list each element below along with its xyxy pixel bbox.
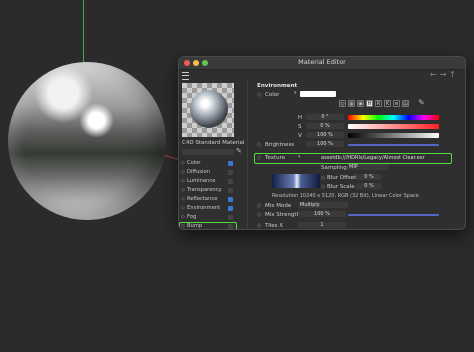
material-editor-window: Material Editor ←→↑ C4D Standard Materia… [178, 56, 466, 230]
color-label: Color [265, 92, 280, 98]
brightness-label: Brightness [265, 142, 295, 148]
s-label: S [298, 124, 302, 130]
v-field[interactable]: 100 % [306, 132, 344, 138]
mix-strength-label: Mix Strength [265, 212, 301, 218]
channel-label: Diffusion [187, 169, 210, 175]
v-label: V [298, 133, 302, 139]
brightness-slider[interactable] [348, 144, 439, 146]
window-title: Material Editor [298, 58, 346, 66]
sampling-select[interactable]: MIP [347, 164, 389, 170]
channel-checkbox[interactable] [228, 160, 233, 166]
texture-keyframe-icon[interactable]: ◇ [257, 155, 261, 161]
channel-checkbox[interactable] [228, 196, 233, 202]
channel-checkbox[interactable] [228, 178, 233, 184]
h-label: H [298, 115, 303, 121]
y-axis-line [83, 0, 84, 70]
channel-label: Luminance [187, 178, 216, 184]
color-keyframe-icon[interactable]: ◇ [257, 92, 261, 98]
color-dropdown-arrow-icon[interactable]: ▾ [294, 90, 299, 96]
channel-reflectance[interactable]: ◇ Reflectance [181, 195, 233, 203]
channel-label: Reflectance [187, 196, 218, 202]
rgb-mode-button[interactable]: R [375, 100, 382, 107]
material-name-field[interactable] [182, 149, 234, 155]
attribute-panel: Environment ◇ Color ▾ ◎ ▦ ▣ H R K ≡ ▤ ✎ … [254, 81, 465, 229]
color-wheel-icon[interactable]: ◎ [339, 100, 346, 107]
mix-strength-field[interactable]: 100 % [298, 211, 346, 217]
material-preview[interactable] [182, 83, 234, 137]
channel-checkbox[interactable] [228, 169, 233, 175]
channel-label: Fog [187, 214, 197, 220]
channel-luminance[interactable]: ◇ Luminance [181, 177, 233, 185]
channel-transparency[interactable]: ◇ Transparency [181, 186, 233, 194]
kelvin-mode-button[interactable]: K [384, 100, 391, 107]
channel-label: Color [187, 160, 201, 166]
image-picker-icon[interactable]: ▣ [357, 100, 364, 107]
title-bar[interactable]: Material Editor [179, 57, 465, 70]
color-swatch[interactable] [300, 91, 336, 97]
brightness-keyframe-icon[interactable]: ◇ [257, 142, 261, 148]
blur-scale-keyframe-icon[interactable]: ◇ [321, 184, 325, 190]
chrome-sphere-object[interactable] [8, 62, 166, 220]
tiles-x-field[interactable]: 1 [298, 222, 346, 228]
mixer-icon[interactable]: ≡ [393, 100, 400, 107]
mix-strength-keyframe-icon[interactable]: ◇ [257, 212, 261, 218]
blur-scale-field[interactable]: 0 % [356, 183, 382, 189]
channel-fog[interactable]: ◇ Fog [181, 213, 233, 221]
channel-diffusion[interactable]: ◇ Diffusion [181, 168, 233, 176]
blur-offset-keyframe-icon[interactable]: ◇ [321, 175, 325, 181]
hue-slider[interactable] [348, 115, 439, 120]
blur-offset-field[interactable]: 0 % [356, 174, 382, 180]
mix-mode-select[interactable]: Multiply [298, 202, 348, 208]
channel-panel: C4D Standard Material ✎ ◇ Color ◇ Diffusion… [179, 81, 249, 229]
nav-arrows: ←→↑ [430, 70, 459, 79]
blur-offset-label: Blur Offset [327, 175, 357, 181]
channel-color[interactable]: ◇ Color [181, 159, 233, 167]
brightness-slider-fill [348, 144, 439, 146]
hsv-mode-button[interactable]: H [366, 100, 373, 107]
channel-environment[interactable]: ◇ Environment [181, 204, 233, 212]
eyedropper-icon-right[interactable]: ✎ [418, 98, 425, 107]
material-name[interactable]: C4D Standard Material [182, 140, 244, 146]
mix-mode-keyframe-icon[interactable]: ◇ [257, 203, 261, 209]
saturation-slider[interactable] [348, 124, 439, 129]
sampling-label: Sampling [321, 165, 347, 171]
up-arrow-icon[interactable]: ↑ [449, 70, 459, 79]
preview-sphere [190, 90, 228, 128]
hamburger-menu-icon[interactable] [182, 72, 189, 80]
brightness-field[interactable]: 100 % [306, 141, 344, 147]
channel-checkbox[interactable] [228, 187, 233, 193]
tiles-x-keyframe-icon[interactable]: ◇ [257, 223, 261, 229]
forward-arrow-icon[interactable]: → [440, 70, 450, 79]
back-arrow-icon[interactable]: ← [430, 70, 440, 79]
channel-label: Transparency [187, 187, 222, 193]
environment-highlight-box [179, 222, 237, 229]
blur-scale-label: Blur Scale [327, 184, 355, 190]
divider [247, 81, 248, 229]
resolution-info: Resolution 10240 x 5120, RGB (32 Bit), L… [272, 193, 419, 199]
section-title: Environment [257, 83, 298, 89]
texture-label: Texture [265, 155, 286, 161]
mix-strength-slider[interactable] [348, 214, 439, 216]
eyedropper-icon[interactable]: ✎ [236, 147, 242, 155]
mix-strength-slider-fill [348, 214, 439, 216]
channel-label: Environment [187, 205, 221, 211]
spectrum-icon[interactable]: ▦ [348, 100, 355, 107]
value-slider[interactable] [348, 133, 439, 138]
channel-checkbox[interactable] [228, 205, 233, 211]
texture-path[interactable]: assetdb:///HDRIs/Legacy/Almost Clear.exr [321, 155, 425, 161]
channel-checkbox[interactable] [228, 214, 233, 220]
texture-dropdown-arrow-icon[interactable]: ▾ [298, 154, 301, 160]
s-field[interactable]: 0 % [306, 123, 344, 129]
swatches-icon[interactable]: ▤ [402, 100, 409, 107]
texture-thumbnail[interactable] [272, 174, 320, 188]
tiles-x-label: Tiles X [265, 223, 284, 229]
h-field[interactable]: 0 ° [306, 114, 344, 120]
mix-mode-label: Mix Mode [265, 203, 292, 209]
